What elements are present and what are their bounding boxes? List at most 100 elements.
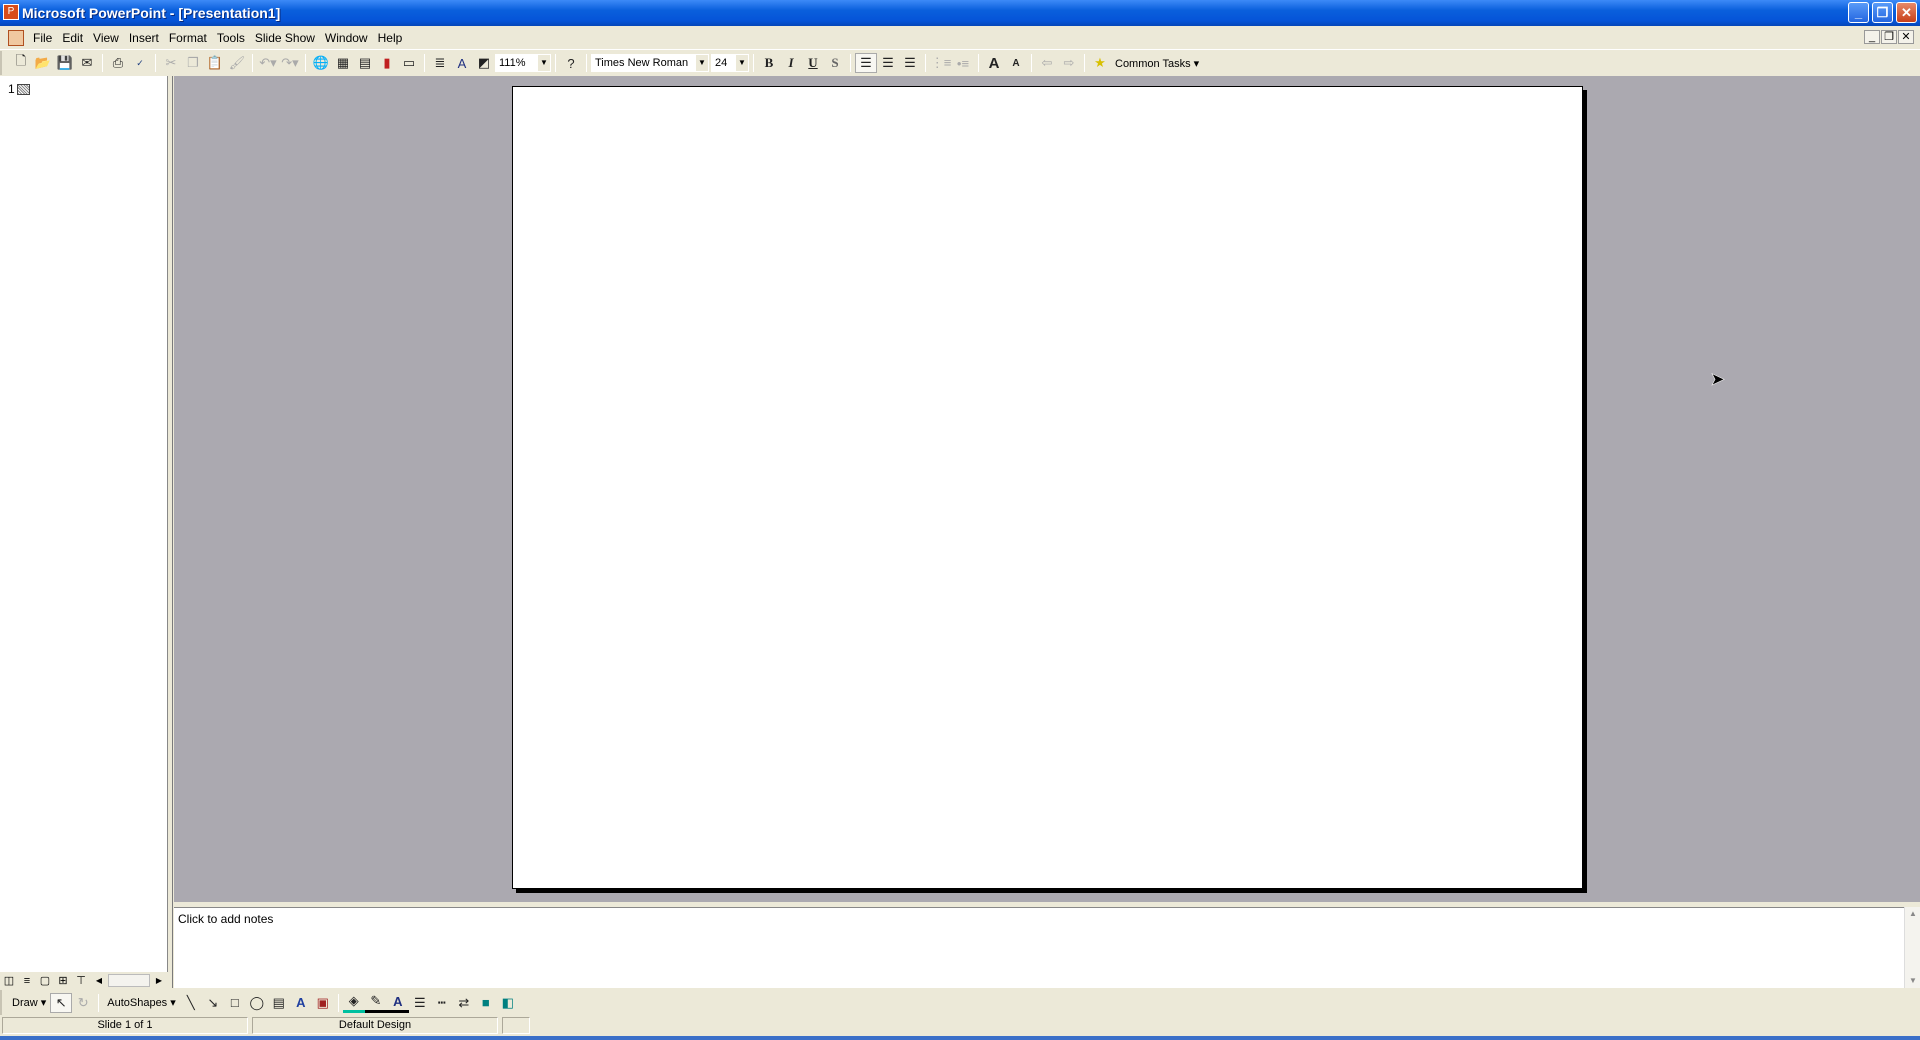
menu-view[interactable]: View xyxy=(88,31,124,45)
align-left-icon[interactable]: ☰ xyxy=(855,53,877,73)
line-style-icon[interactable]: ☰ xyxy=(409,993,431,1013)
slide-sorter-icon[interactable]: ⊞ xyxy=(54,974,72,988)
font-size-dropdown[interactable]: 24 ▼ xyxy=(711,54,749,72)
hyperlink-icon[interactable]: 🌐 xyxy=(310,53,332,73)
menu-file[interactable]: File xyxy=(28,31,57,45)
clip-art-icon[interactable]: ▣ xyxy=(312,993,334,1013)
numbering-icon[interactable]: ⋮≡ xyxy=(930,53,952,73)
restore-button[interactable]: ❐ xyxy=(1872,2,1893,23)
draw-menu-button[interactable]: Draw ▾ xyxy=(8,996,50,1009)
bullets-icon[interactable]: •≡ xyxy=(952,53,974,73)
font-size-value: 24 xyxy=(715,57,728,69)
redo-icon[interactable]: ↷▾ xyxy=(279,53,301,73)
demote-icon[interactable]: ⇨ xyxy=(1058,53,1080,73)
shadow-button[interactable]: S xyxy=(824,53,846,73)
select-objects-icon[interactable]: ↖ xyxy=(50,992,73,1013)
menu-format[interactable]: Format xyxy=(164,31,212,45)
expand-all-icon[interactable]: ≣ xyxy=(429,53,451,73)
close-button[interactable]: ✕ xyxy=(1896,2,1917,23)
outline-view-icon[interactable]: ≡ xyxy=(18,974,36,988)
print-icon[interactable]: ⎙ xyxy=(107,53,129,73)
menu-edit[interactable]: Edit xyxy=(57,31,88,45)
common-tasks-button[interactable]: Common Tasks ▾ xyxy=(1115,57,1199,70)
separator xyxy=(555,54,556,72)
open-icon[interactable]: 📂 xyxy=(32,53,54,73)
show-formatting-icon[interactable]: A xyxy=(451,53,473,73)
document-icon[interactable] xyxy=(8,29,24,46)
menu-help[interactable]: Help xyxy=(373,31,408,45)
bold-button[interactable]: B xyxy=(758,53,780,73)
arrow-style-icon[interactable]: ⇄ xyxy=(453,993,475,1013)
help-icon[interactable]: ? xyxy=(560,53,582,73)
shadow-icon[interactable]: ■ xyxy=(475,993,497,1013)
arrow-icon[interactable]: ↘ xyxy=(202,993,224,1013)
menu-window[interactable]: Window xyxy=(320,31,373,45)
wordart-icon[interactable]: A xyxy=(290,993,312,1013)
increase-font-icon[interactable]: A xyxy=(983,53,1005,73)
scroll-right-icon[interactable]: ▶ xyxy=(150,974,168,988)
zoom-dropdown[interactable]: 111% ▼ xyxy=(495,54,551,72)
doc-restore-button[interactable]: ❐ xyxy=(1881,30,1897,44)
minimize-button[interactable]: _ xyxy=(1848,2,1869,23)
new-slide-icon[interactable]: ▭ xyxy=(398,53,420,73)
notes-placeholder: Click to add notes xyxy=(178,912,274,926)
powerpoint-icon[interactable]: P xyxy=(3,4,19,20)
outline-pane[interactable] xyxy=(0,76,168,972)
window-title: Microsoft PowerPoint - [Presentation1] xyxy=(22,5,281,21)
free-rotate-icon[interactable]: ↻ xyxy=(72,993,94,1013)
status-bar: Slide 1 of 1 Default Design xyxy=(0,1015,1920,1036)
promote-icon[interactable]: ⇦ xyxy=(1036,53,1058,73)
slide-show-icon[interactable]: ⊤ xyxy=(72,974,90,988)
menu-insert[interactable]: Insert xyxy=(124,31,164,45)
doc-close-button[interactable]: ✕ xyxy=(1898,30,1914,44)
notes-scrollbar[interactable]: ▲ ▼ xyxy=(1904,907,1920,988)
scroll-left-icon[interactable]: ◀ xyxy=(90,974,108,988)
underline-button[interactable]: U xyxy=(802,53,824,73)
save-icon[interactable]: 💾 xyxy=(54,53,76,73)
undo-icon[interactable]: ↶▾ xyxy=(257,53,279,73)
normal-view-icon[interactable]: ◫ xyxy=(0,974,18,988)
font-color-icon[interactable]: A xyxy=(386,993,409,1013)
notes-pane[interactable]: Click to add notes xyxy=(174,907,1904,988)
common-tasks-icon[interactable]: ★ xyxy=(1089,53,1111,73)
scroll-up-icon[interactable]: ▲ xyxy=(1905,907,1920,921)
align-right-icon[interactable]: ☰ xyxy=(899,53,921,73)
paste-icon[interactable]: 📋 xyxy=(204,53,226,73)
scroll-down-icon[interactable]: ▼ xyxy=(1905,974,1920,988)
oval-icon[interactable]: ◯ xyxy=(246,993,268,1013)
italic-button[interactable]: I xyxy=(780,53,802,73)
doc-minimize-button[interactable]: _ xyxy=(1864,30,1880,44)
new-icon[interactable]: 🗋 xyxy=(10,53,32,73)
separator xyxy=(252,54,253,72)
email-icon[interactable]: ✉ xyxy=(76,53,98,73)
font-dropdown[interactable]: Times New Roman ▼ xyxy=(591,54,709,72)
menu-slide-show[interactable]: Slide Show xyxy=(250,31,320,45)
rectangle-icon[interactable]: □ xyxy=(224,993,246,1013)
insert-chart-icon[interactable]: ▮ xyxy=(376,53,398,73)
line-color-icon[interactable]: ✎ xyxy=(364,993,387,1013)
status-design: Default Design xyxy=(252,1017,498,1034)
decrease-font-icon[interactable]: A xyxy=(1005,53,1027,73)
spelling-icon[interactable]: ✓ xyxy=(129,53,151,73)
tables-borders-icon[interactable]: ▦ xyxy=(332,53,354,73)
line-icon[interactable]: ╲ xyxy=(180,993,202,1013)
fill-color-icon[interactable]: ◈ xyxy=(342,993,365,1013)
align-center-icon[interactable]: ☰ xyxy=(877,53,899,73)
standard-toolbar: 🗋 📂 💾 ✉ ⎙ ✓ ✂ ❐ 📋 🖌 ↶▾ ↷▾ 🌐 ▦ ▤ ▮ ▭ ≣ A … xyxy=(0,51,1255,75)
text-box-icon[interactable]: ▤ xyxy=(268,993,290,1013)
format-painter-icon[interactable]: 🖌 xyxy=(226,53,248,73)
pane-splitter[interactable] xyxy=(168,76,173,988)
horizontal-scroll-thumb[interactable] xyxy=(108,974,150,987)
grayscale-icon[interactable]: ◩ xyxy=(473,53,495,73)
slide-view-icon[interactable]: ▢ xyxy=(36,974,54,988)
dash-style-icon[interactable]: ┅ xyxy=(431,993,453,1013)
copy-icon[interactable]: ❐ xyxy=(182,53,204,73)
outline-slide-item[interactable]: 1 xyxy=(8,82,30,96)
menu-tools[interactable]: Tools xyxy=(212,31,250,45)
3d-icon[interactable]: ◧ xyxy=(497,993,519,1013)
slide-icon xyxy=(16,83,30,95)
insert-table-icon[interactable]: ▤ xyxy=(354,53,376,73)
autoshapes-menu-button[interactable]: AutoShapes ▾ xyxy=(103,996,180,1009)
slide-canvas[interactable] xyxy=(512,86,1583,889)
cut-icon[interactable]: ✂ xyxy=(160,53,182,73)
